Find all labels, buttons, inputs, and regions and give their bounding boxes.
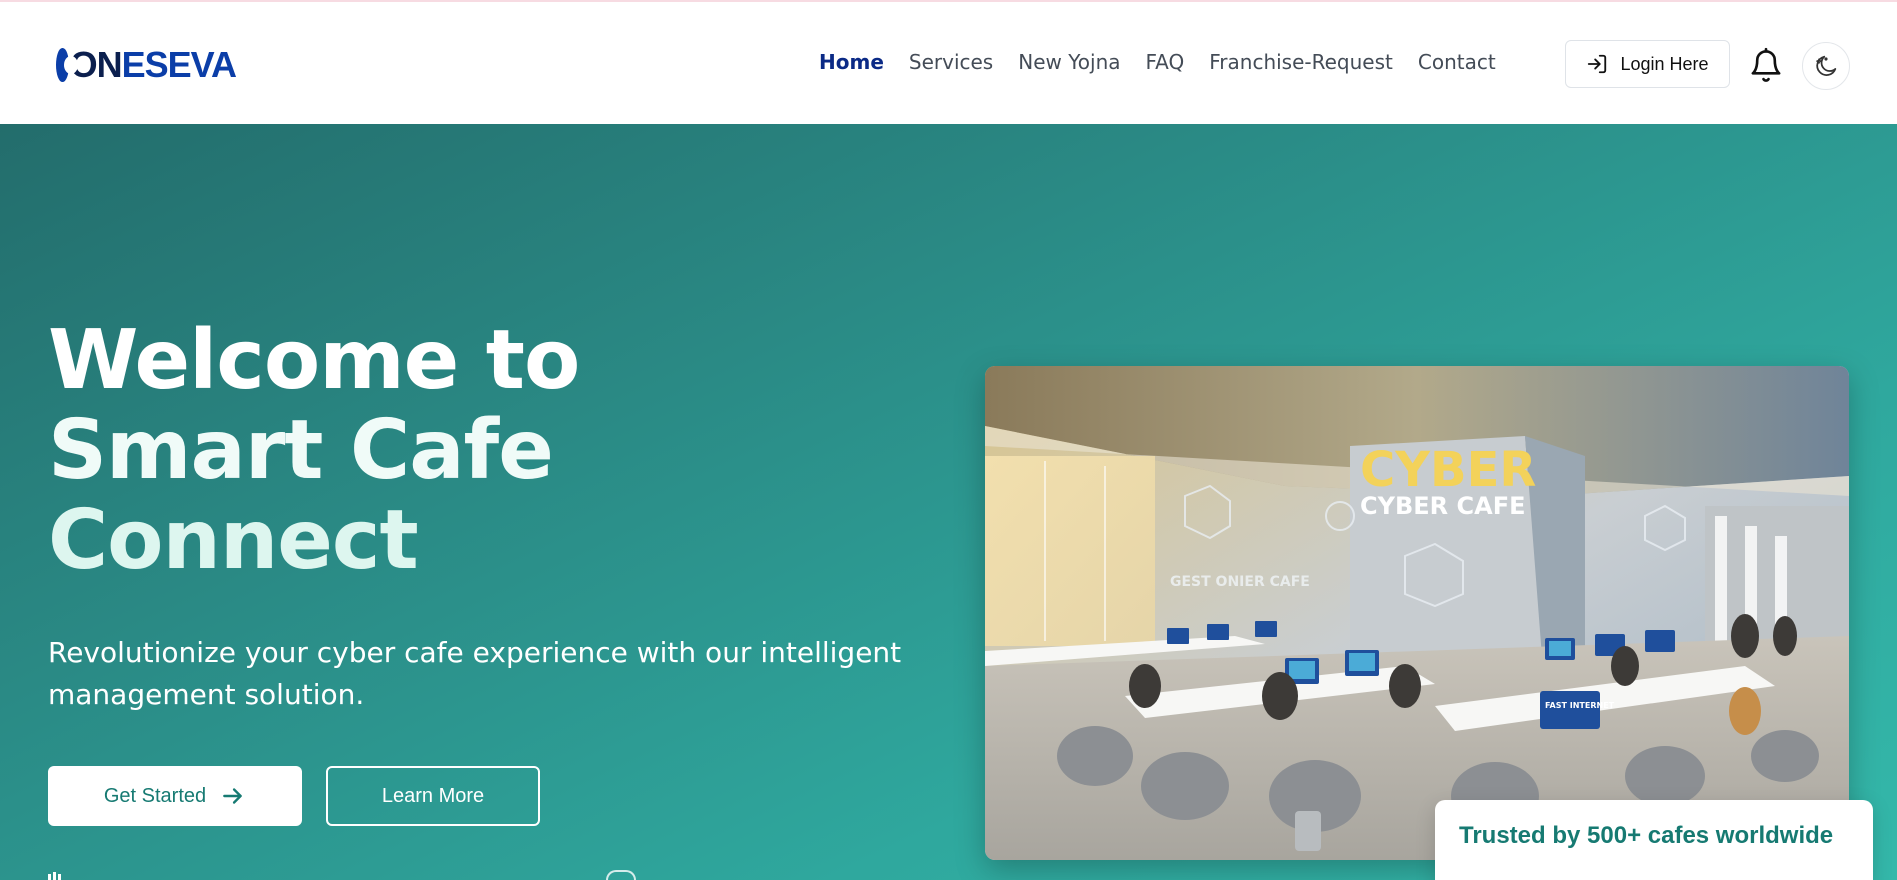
nav-services[interactable]: Services [909, 50, 993, 74]
hero-title-line1: Welcome to [48, 313, 580, 408]
notification-bell-button[interactable] [1748, 47, 1784, 85]
oneseva-logo[interactable]: ONESEVA [56, 42, 237, 88]
main-nav: Home Services New Yojna FAQ Franchise-Re… [819, 50, 1521, 74]
get-started-button[interactable]: Get Started [48, 766, 302, 826]
trusted-badge: Trusted by 500+ cafes worldwide [1435, 800, 1873, 880]
partial-icon [48, 872, 61, 880]
nav-home[interactable]: Home [819, 50, 884, 74]
nav-new-yojna[interactable]: New Yojna [1018, 50, 1120, 74]
login-button[interactable]: Login Here [1565, 40, 1730, 88]
nav-franchise-request[interactable]: Franchise-Request [1209, 50, 1393, 74]
login-label: Login Here [1620, 53, 1709, 74]
bell-icon [1751, 47, 1781, 82]
hero-title: Welcome to Smart Cafe Connect [48, 313, 580, 588]
image-sign-main: CYBER [1360, 442, 1536, 498]
cyber-cafe-image: CYBER CYBER CAFE GEST ONIER CAFE FAST IN… [985, 366, 1849, 860]
hero-title-line3: Connect [48, 493, 419, 588]
learn-more-label: Learn More [381, 784, 485, 807]
arrow-right-icon [223, 788, 242, 804]
learn-more-button[interactable]: Learn More [326, 766, 540, 826]
hero-section: Welcome to Smart Cafe Connect Revolution… [0, 124, 1897, 880]
moon-stars-icon [1816, 55, 1837, 76]
hero-subtitle: Revolutionize your cyber cafe experience… [48, 636, 902, 711]
logo-text-right: ESEVA [121, 44, 237, 85]
image-sign-left: GEST ONIER CAFE [1170, 574, 1310, 590]
image-sign-sub: CYBER CAFE [1360, 492, 1526, 520]
get-started-label: Get Started [103, 784, 207, 807]
logo-mark-icon [56, 48, 78, 82]
partial-circle-icon [606, 870, 636, 880]
hero-title-line2: Smart Cafe [48, 403, 554, 498]
theme-toggle-button[interactable] [1802, 42, 1850, 90]
site-header: ONESEVA Home Services New Yojna FAQ Fran… [0, 2, 1897, 124]
image-screen-text: FAST INTERNET [1545, 701, 1615, 710]
nav-contact[interactable]: Contact [1418, 50, 1496, 74]
login-arrow-icon [1588, 54, 1607, 74]
nav-faq[interactable]: FAQ [1146, 50, 1185, 74]
